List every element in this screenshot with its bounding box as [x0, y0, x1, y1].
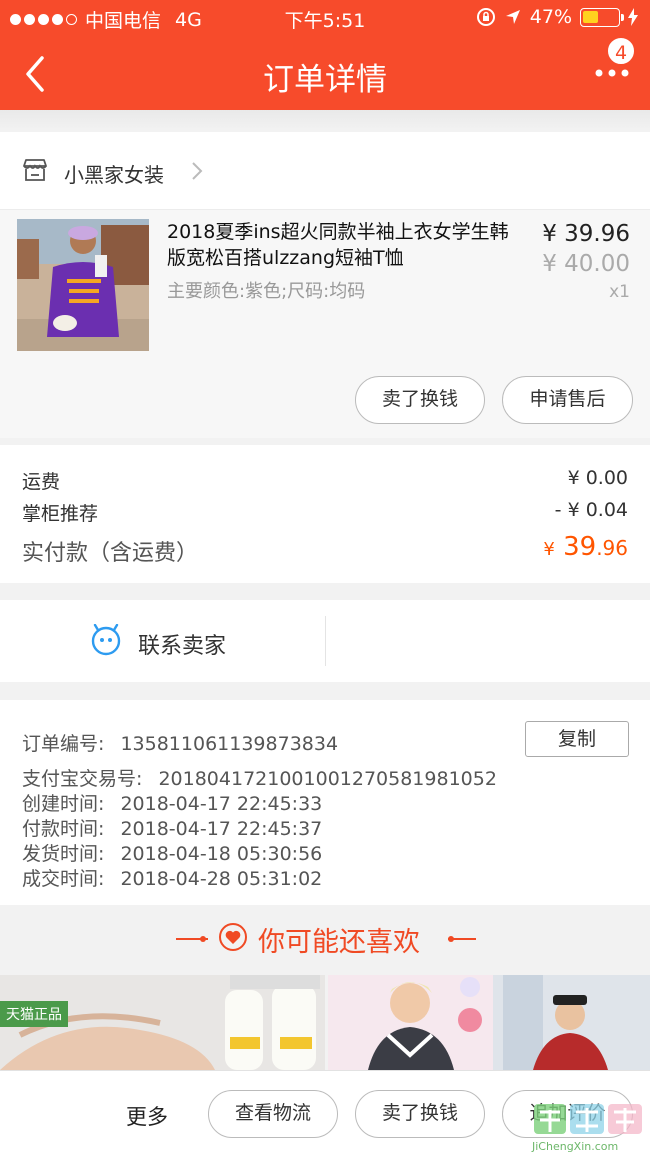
heart-icon — [219, 923, 247, 951]
rotation-lock-icon — [476, 8, 495, 26]
location-icon — [505, 10, 520, 24]
product-price: ¥ 39.96 — [542, 221, 630, 247]
closed-row: 成交时间: 2018-04-28 05:31:02 — [22, 864, 322, 891]
recommend-item[interactable] — [328, 975, 650, 1070]
total-integer: 39 — [554, 532, 597, 562]
page-title: 订单详情 — [263, 62, 387, 98]
copy-button[interactable]: 复制 — [525, 721, 629, 757]
total-currency: ¥ — [543, 539, 555, 560]
product-quantity: x1 — [609, 282, 630, 302]
discount-row: 掌柜推荐 - ¥ 0.04 — [22, 499, 628, 526]
shop-row[interactable]: 小黑家女装 — [0, 132, 650, 210]
shipped-row: 发货时间: 2018-04-18 05:30:56 — [22, 839, 322, 866]
product-image[interactable] — [17, 219, 149, 351]
shipping-label: 运费 — [22, 471, 61, 493]
total-amount: ¥ 39.96 — [543, 532, 628, 562]
order-number-label: 订单编号: — [22, 733, 105, 755]
nav-bar: 订单详情 4 — [0, 36, 650, 110]
recommend-header: 你可能还喜欢 — [0, 905, 650, 975]
product-title[interactable]: 2018夏季ins超火同款半袖上衣女学生韩版宽松百搭ulzzang短袖T恤 — [167, 219, 527, 271]
total-decimal: .96 — [596, 536, 628, 560]
more-button[interactable]: 更多 — [126, 1101, 168, 1131]
watermark-text: JiChengXin.com — [531, 1140, 618, 1153]
contact-seller-button[interactable]: 联系卖家 — [138, 628, 226, 660]
shop-name[interactable]: 小黑家女装 — [64, 159, 164, 188]
fee-summary: 运费 ¥ 0.00 掌柜推荐 - ¥ 0.04 实付款（含运费） ¥ 39.96 — [0, 445, 650, 583]
alipay-label: 支付宝交易号: — [22, 768, 143, 790]
shipped-time: 2018-04-18 05:30:56 — [120, 843, 323, 865]
divider — [325, 616, 326, 666]
recommend-list: 天猫正品 — [0, 975, 650, 1070]
created-time: 2018-04-17 22:45:33 — [120, 793, 323, 815]
order-number-row: 订单编号: 135811061139873834 — [22, 729, 338, 756]
header-shadow — [0, 110, 650, 130]
chevron-right-icon — [192, 162, 203, 180]
paid-label: 付款时间: — [22, 818, 105, 840]
chat-bubble-icon[interactable] — [90, 624, 122, 656]
closed-label: 成交时间: — [22, 868, 105, 890]
store-icon — [23, 159, 47, 181]
decor-dot-left — [200, 936, 206, 942]
more-menu-icon[interactable] — [594, 66, 630, 80]
created-label: 创建时间: — [22, 793, 105, 815]
created-row: 创建时间: 2018-04-17 22:45:33 — [22, 789, 322, 816]
total-label: 实付款（含运费） — [22, 541, 199, 566]
charging-icon — [628, 8, 638, 26]
decor-line-right — [448, 938, 476, 940]
order-number: 135811061139873834 — [120, 733, 339, 755]
contact-bar: 联系卖家 — [0, 600, 650, 682]
tmall-tag: 天猫正品 — [0, 1001, 68, 1027]
product-spec: 主要颜色:紫色;尺码:均码 — [167, 281, 366, 302]
clock: 下午5:51 — [284, 10, 366, 32]
shipping-value: ¥ 0.00 — [567, 467, 628, 489]
shipped-label: 发货时间: — [22, 843, 105, 865]
paid-row: 付款时间: 2018-04-17 22:45:37 — [22, 814, 322, 841]
shipping-row: 运费 ¥ 0.00 — [22, 467, 628, 494]
alipay-number: 2018041721001001270581981052 — [158, 768, 497, 790]
view-logistics-button[interactable]: 查看物流 — [208, 1090, 338, 1138]
status-bar: 中国电信 4G 下午5:51 47% — [0, 0, 650, 36]
message-count-badge[interactable]: 4 — [606, 36, 636, 66]
discount-label: 掌柜推荐 — [22, 503, 99, 525]
after-sales-button[interactable]: 申请售后 — [502, 376, 633, 424]
recommend-item-image — [328, 975, 650, 1070]
product-item[interactable]: 2018夏季ins超火同款半袖上衣女学生韩版宽松百搭ulzzang短袖T恤 主要… — [0, 210, 650, 438]
watermark: JiChengXin.com — [530, 1098, 648, 1156]
recommend-item[interactable]: 天猫正品 — [0, 975, 325, 1070]
total-row: 实付款（含运费） ¥ 39.96 — [22, 532, 628, 567]
battery-percent: 47% — [529, 6, 572, 28]
resell-button[interactable]: 卖了换钱 — [355, 376, 485, 424]
battery-icon — [580, 7, 624, 27]
recommend-title: 你可能还喜欢 — [258, 927, 420, 958]
alipay-row: 支付宝交易号: 2018041721001001270581981052 — [22, 764, 497, 791]
resell-button-bottom[interactable]: 卖了换钱 — [355, 1090, 485, 1138]
discount-value: - ¥ 0.04 — [554, 499, 628, 521]
product-original-price: ¥ 40.00 — [542, 251, 630, 277]
order-info: 订单编号: 135811061139873834 复制 支付宝交易号: 2018… — [0, 700, 650, 905]
closed-time: 2018-04-28 05:31:02 — [120, 868, 323, 890]
paid-time: 2018-04-17 22:45:37 — [120, 818, 323, 840]
